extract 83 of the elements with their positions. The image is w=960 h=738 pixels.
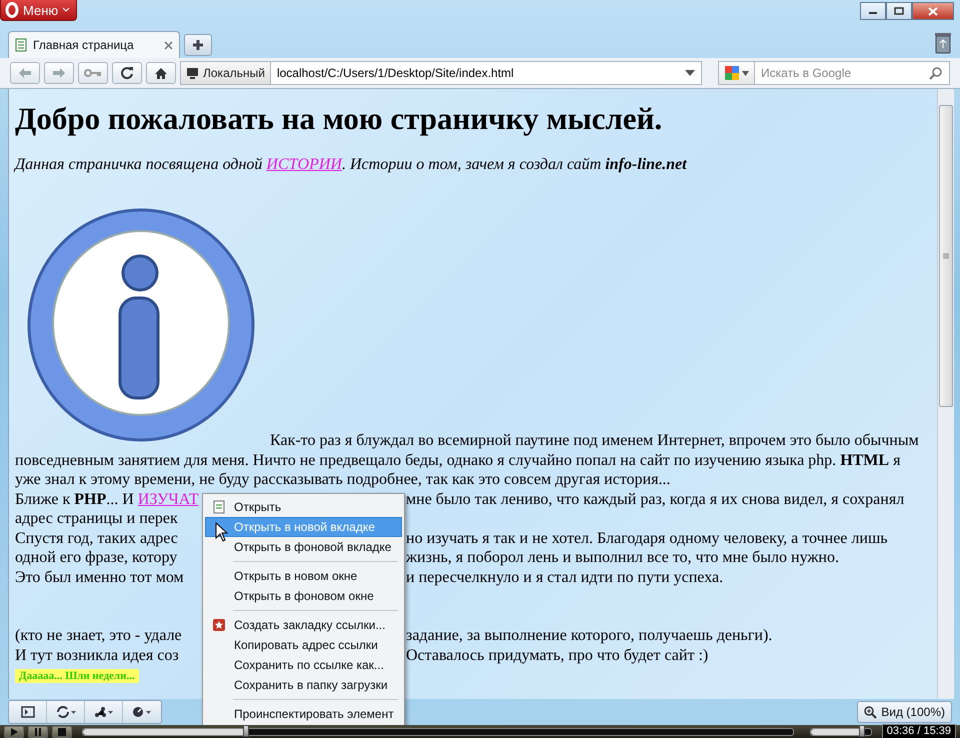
search-icon[interactable]	[929, 66, 943, 80]
reload-icon	[120, 66, 134, 80]
grip-icon	[943, 253, 949, 259]
pause-icon	[34, 728, 42, 736]
menu-item[interactable]: Копировать адрес ссылки	[205, 635, 402, 655]
trash-icon[interactable]	[934, 32, 952, 54]
paragraph-line: уже знал к этому времени, не буду рассказывать подробнее, так как это совсем другая история...	[15, 471, 670, 488]
search-engine-button[interactable]	[719, 62, 755, 84]
cursor-icon	[215, 522, 228, 542]
plus-icon	[192, 39, 204, 51]
progress-thumb[interactable]	[243, 724, 250, 736]
zoom-button[interactable]: Вид (100%)	[857, 701, 952, 723]
menu-item[interactable]: Проинспектировать элемент	[205, 704, 402, 724]
dropdown-caret-icon[interactable]	[685, 70, 695, 76]
intro-text: Данная страничка посвящена одной ИСТОРИИ. Истории о том, зачем я создал сайт info-line.net	[15, 155, 688, 174]
tab-label: Главная страница	[33, 38, 135, 52]
maximize-icon	[894, 7, 904, 15]
page-icon	[15, 38, 27, 52]
menu-button[interactable]: Меню	[0, 0, 78, 21]
new-tab-button[interactable]	[184, 34, 212, 56]
menu-item[interactable]: Открыть	[205, 497, 402, 517]
menu-item[interactable]: Открыть в фоновой вкладке	[205, 537, 402, 557]
home-button[interactable]	[146, 62, 176, 84]
play-icon	[10, 728, 18, 736]
paragraph-line: Как-то раз я блуждал во всемирной паутине под именем Интернет, впрочем это было обычным	[270, 431, 919, 450]
menu-item[interactable]: Сохранить по ссылке как...	[205, 655, 402, 675]
paragraph-line: Это был именно тот мом	[15, 568, 184, 587]
zoom-icon	[864, 706, 878, 718]
progress-track[interactable]	[82, 728, 794, 736]
page-heading: Добро пожаловать на мою страничку мыслей.	[15, 101, 664, 137]
squares-icon	[724, 65, 740, 81]
paragraph-line: Ближе к PHP... И ИЗУЧАТ	[15, 490, 199, 509]
close-icon[interactable]	[164, 40, 173, 50]
scrollbar[interactable]	[937, 89, 954, 699]
back-arrow-icon	[18, 67, 32, 79]
panel-icon	[20, 706, 34, 718]
logo-icon	[5, 2, 19, 18]
stop-button[interactable]	[52, 726, 72, 738]
menu-item[interactable]: Сохранить в папку загрузки	[205, 675, 402, 695]
paragraph-line: И тут возникла идея соз	[15, 646, 179, 665]
home-icon	[154, 66, 168, 80]
scrollbar-thumb[interactable]	[939, 105, 953, 407]
paragraph-line: мне было так лениво, что каждый раз, когда я их снова видел, я сохранял	[406, 490, 904, 509]
star-icon	[212, 618, 226, 632]
stop-icon	[58, 728, 66, 736]
caret-icon	[62, 7, 70, 13]
close-icon	[928, 6, 938, 16]
address-bar[interactable]: Локальный localhost/C:/Users/1/Desktop/Site/index.html	[180, 61, 702, 85]
minimize-button[interactable]	[860, 2, 886, 20]
play-button[interactable]	[4, 726, 24, 738]
paragraph-line: адрес страницы и перек	[15, 510, 178, 527]
paragraph-line: одной его фразе, котору	[15, 548, 178, 568]
paragraph-line: (кто не знает, это - удале	[15, 626, 182, 646]
menu-item[interactable]: Создать закладку ссылки...	[205, 615, 402, 635]
gauge-icon	[132, 706, 152, 718]
paragraph-line: Спустя год, таких адрес	[15, 528, 178, 548]
caret-icon	[742, 70, 749, 76]
highlighted-note: Дааааа... Шли недели...	[15, 669, 139, 683]
paragraph-line: повседневным занятием для меня. Ничто не предвещало беды, однако я случайно попал на сайт по изучению языка php. HTML я	[15, 452, 900, 468]
time-display: 03:36 / 15:39	[882, 724, 956, 738]
page-icon	[212, 500, 226, 514]
search-box[interactable]: Искать в Google	[718, 61, 950, 85]
paragraph-line: жизнь, я поборол лень и выполнил все то, что мне было нужно.	[406, 548, 839, 568]
network-icon	[94, 706, 114, 718]
pause-button[interactable]	[28, 726, 48, 738]
paragraph-line: но изучать я так и не хотел. Благодаря одному человеку, а точнее лишь	[406, 528, 888, 548]
paragraph-line: и пересчелкнуло и я стал идти по пути успеха.	[406, 568, 724, 587]
volume-thumb[interactable]	[858, 724, 865, 736]
volume-track[interactable]	[810, 728, 872, 736]
sync-icon	[56, 706, 76, 718]
security-badge[interactable]: Локальный	[181, 62, 271, 84]
menu-item[interactable]: Открыть в новом окне	[205, 566, 402, 586]
menu-item[interactable]: Открыть в фоновом окне	[205, 586, 402, 606]
reload-button[interactable]	[112, 62, 142, 84]
key-icon	[84, 68, 102, 78]
forward-arrow-icon	[52, 67, 66, 79]
paragraph-line: Оставалось придумать, про что будет сайт :)	[406, 646, 708, 665]
close-button[interactable]	[912, 2, 954, 20]
maximize-button[interactable]	[886, 2, 912, 20]
browser-tab[interactable]: Главная страница	[8, 31, 180, 58]
monitor-icon	[186, 67, 199, 79]
address-field[interactable]: localhost/C:/Users/1/Desktop/Site/index.html	[270, 66, 685, 80]
paragraph-line: задание, за выполнение которого, получаешь деньги).	[406, 626, 772, 646]
